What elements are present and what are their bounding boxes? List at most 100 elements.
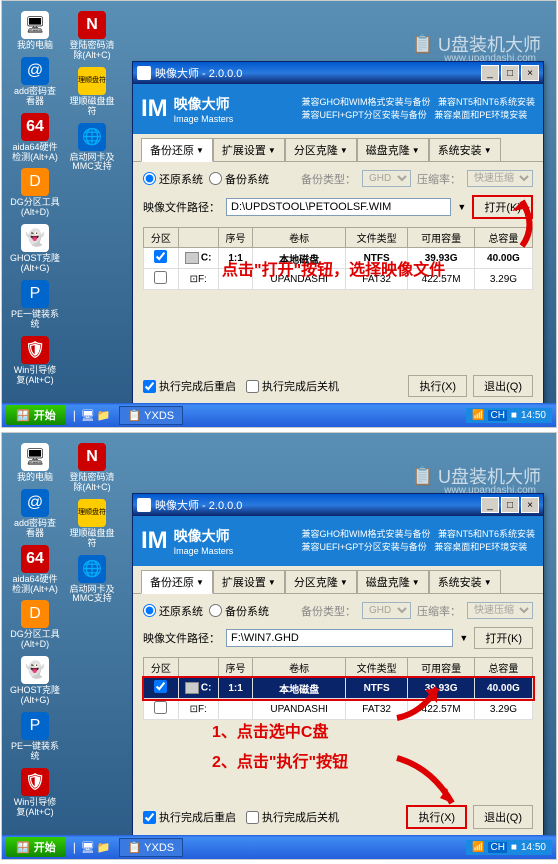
radio-backup[interactable]: 备份系统 xyxy=(209,171,269,187)
chk-shutdown[interactable]: 执行完成后关机 xyxy=(246,809,339,825)
desktop-icon-ghost[interactable]: 👻GHOST克隆(Alt+G) xyxy=(10,224,60,274)
tab-backup-restore[interactable]: 备份还原▼ xyxy=(141,570,213,594)
col-free[interactable]: 可用容量 xyxy=(408,658,475,678)
maximize-button[interactable]: □ xyxy=(501,497,519,513)
tab-ext[interactable]: 扩展设置▼ xyxy=(213,138,285,161)
desktop-icon-sort[interactable]: 理顺盘符理顺磁盘盘符 xyxy=(67,67,117,117)
label-compress: 压缩率： xyxy=(417,603,461,619)
tab-backup-restore[interactable]: 备份还原▼ xyxy=(141,138,213,162)
desktop-icon-mycomputer[interactable]: 🖥我的电脑 xyxy=(10,443,60,483)
tray-clock[interactable]: 14:50 xyxy=(521,410,546,421)
chevron-down-icon: ▼ xyxy=(196,146,204,155)
desktop-icon-net[interactable]: 🌐启动网卡及MMC支持 xyxy=(67,123,117,173)
tab-ext[interactable]: 扩展设置▼ xyxy=(213,570,285,593)
label-compress: 压缩率： xyxy=(417,171,461,187)
tab-install[interactable]: 系统安装▼ xyxy=(429,570,501,593)
desktop-icon-dg[interactable]: DDG分区工具(Alt+D) xyxy=(10,168,60,218)
tray-icon[interactable]: ■ xyxy=(511,410,517,421)
tray-icon[interactable]: ■ xyxy=(511,842,517,853)
desktop-icon-aida64[interactable]: 64aida64硬件检测(Alt+A) xyxy=(10,113,60,163)
minimize-button[interactable]: _ xyxy=(481,497,499,513)
open-button[interactable]: 打开(K) xyxy=(474,627,533,649)
input-image-path[interactable] xyxy=(226,198,451,216)
col-label[interactable]: 卷标 xyxy=(253,658,345,678)
desktop-icon-add[interactable]: @add密码查看器 xyxy=(10,57,60,107)
chk-restart[interactable]: 执行完成后重启 xyxy=(143,809,236,825)
table-row-selected[interactable]: C: 1:1本地磁盘NTFS39.93G40.00G xyxy=(144,678,533,699)
desktop-icon-winboot[interactable]: 🛡Win引导修复(Alt+C) xyxy=(10,768,60,818)
tray-clock[interactable]: 14:50 xyxy=(521,842,546,853)
close-button[interactable]: × xyxy=(521,497,539,513)
col-partition[interactable]: 分区 xyxy=(144,228,179,248)
execute-button[interactable]: 执行(X) xyxy=(408,375,467,397)
minimize-button[interactable]: _ xyxy=(481,65,499,81)
system-tray[interactable]: 📶 CH ■ 14:50 xyxy=(466,408,552,423)
row-checkbox[interactable] xyxy=(154,701,167,714)
tray-icon[interactable]: 📶 xyxy=(472,842,484,853)
select-backup-type[interactable]: GHD xyxy=(362,170,411,187)
desktop-icon-aida64[interactable]: 64aida64硬件检测(Alt+A) xyxy=(10,545,60,595)
desktop-icon-sort[interactable]: 理顺盘符理顺磁盘盘符 xyxy=(67,499,117,549)
maximize-button[interactable]: □ xyxy=(501,65,519,81)
radio-backup[interactable]: 备份系统 xyxy=(209,603,269,619)
desktop-icon-pwd[interactable]: N登陆密码清除(Alt+C) xyxy=(67,443,117,493)
col-total[interactable]: 总容量 xyxy=(474,658,532,678)
col-num[interactable]: 序号 xyxy=(218,228,253,248)
chk-restart[interactable]: 执行完成后重启 xyxy=(143,378,236,394)
select-compress[interactable]: 快速压缩 xyxy=(467,602,533,619)
col-label[interactable]: 卷标 xyxy=(253,228,345,248)
row-checkbox[interactable] xyxy=(154,271,167,284)
banner-title: 映像大师 xyxy=(174,526,234,546)
input-image-path[interactable] xyxy=(226,629,453,647)
titlebar[interactable]: 映像大师 - 2.0.0.0 _ □ × xyxy=(133,494,543,516)
desktop-icon-dg[interactable]: DDG分区工具(Alt+D) xyxy=(10,600,60,650)
tray-lang-icon[interactable]: CH xyxy=(488,410,506,421)
exit-button[interactable]: 退出(Q) xyxy=(473,805,533,829)
table-row[interactable]: ⊡F: UPANDASHIFAT32422.57M3.29G xyxy=(144,699,533,720)
tab-install[interactable]: 系统安装▼ xyxy=(429,138,501,161)
quick-launch-icon[interactable]: 📁 xyxy=(97,841,111,854)
app-banner: IM 映像大师 Image Masters 兼容GHO和WIM格式安装与备份 兼… xyxy=(133,84,543,134)
select-compress[interactable]: 快速压缩 xyxy=(467,170,533,187)
desktop-icon-winboot[interactable]: 🛡Win引导修复(Alt+C) xyxy=(10,336,60,386)
partition-table: 分区 序号 卷标 文件类型 可用容量 总容量 C: 1:1本地磁盘NTFS39.… xyxy=(143,657,533,720)
col-partition[interactable]: 分区 xyxy=(144,658,179,678)
banner-subtitle: Image Masters xyxy=(174,114,234,124)
radio-restore[interactable]: 还原系统 xyxy=(143,171,203,187)
row-checkbox[interactable] xyxy=(154,250,167,263)
desktop-icon-pe[interactable]: PPE一键装系统 xyxy=(10,712,60,762)
tray-icon[interactable]: 📶 xyxy=(472,410,484,421)
system-tray[interactable]: 📶 CH ■ 14:50 xyxy=(466,840,552,855)
taskbar-item[interactable]: 📋 YXDS xyxy=(119,406,184,425)
chk-shutdown[interactable]: 执行完成后关机 xyxy=(246,378,339,394)
tab-disk-clone[interactable]: 磁盘克隆▼ xyxy=(357,570,429,593)
taskbar-item[interactable]: 📋 YXDS xyxy=(119,838,184,857)
desktop-icon-pwd[interactable]: N登陆密码清除(Alt+C) xyxy=(67,11,117,61)
start-button[interactable]: 🪟 开始 xyxy=(6,405,66,425)
row-checkbox[interactable] xyxy=(154,680,167,693)
desktop-icon-pe[interactable]: PPE一键装系统 xyxy=(10,280,60,330)
desktop-icon-net[interactable]: 🌐启动网卡及MMC支持 xyxy=(67,555,117,605)
quick-launch-icon[interactable]: 🖥 xyxy=(81,841,95,854)
desktop-icon-add[interactable]: @add密码查看器 xyxy=(10,489,60,539)
col-drive[interactable] xyxy=(178,228,218,248)
desktop-icon-mycomputer[interactable]: 🖥我的电脑 xyxy=(10,11,60,51)
start-button[interactable]: 🪟 开始 xyxy=(6,837,66,857)
quick-launch-icon[interactable]: 🖥 xyxy=(81,409,95,422)
tray-lang-icon[interactable]: CH xyxy=(488,842,506,853)
col-drive[interactable] xyxy=(178,658,218,678)
col-fs[interactable]: 文件类型 xyxy=(345,228,407,248)
col-num[interactable]: 序号 xyxy=(218,658,253,678)
col-fs[interactable]: 文件类型 xyxy=(345,658,407,678)
tab-disk-clone[interactable]: 磁盘克隆▼ xyxy=(357,138,429,161)
col-free[interactable]: 可用容量 xyxy=(408,228,475,248)
exit-button[interactable]: 退出(Q) xyxy=(473,375,533,397)
titlebar[interactable]: 映像大师 - 2.0.0.0 _ □ × xyxy=(133,62,543,84)
select-backup-type[interactable]: GHD xyxy=(362,602,411,619)
radio-restore[interactable]: 还原系统 xyxy=(143,603,203,619)
tab-part-clone[interactable]: 分区克隆▼ xyxy=(285,138,357,161)
tab-part-clone[interactable]: 分区克隆▼ xyxy=(285,570,357,593)
close-button[interactable]: × xyxy=(521,65,539,81)
quick-launch-icon[interactable]: 📁 xyxy=(97,409,111,422)
desktop-icon-ghost[interactable]: 👻GHOST克隆(Alt+G) xyxy=(10,656,60,706)
